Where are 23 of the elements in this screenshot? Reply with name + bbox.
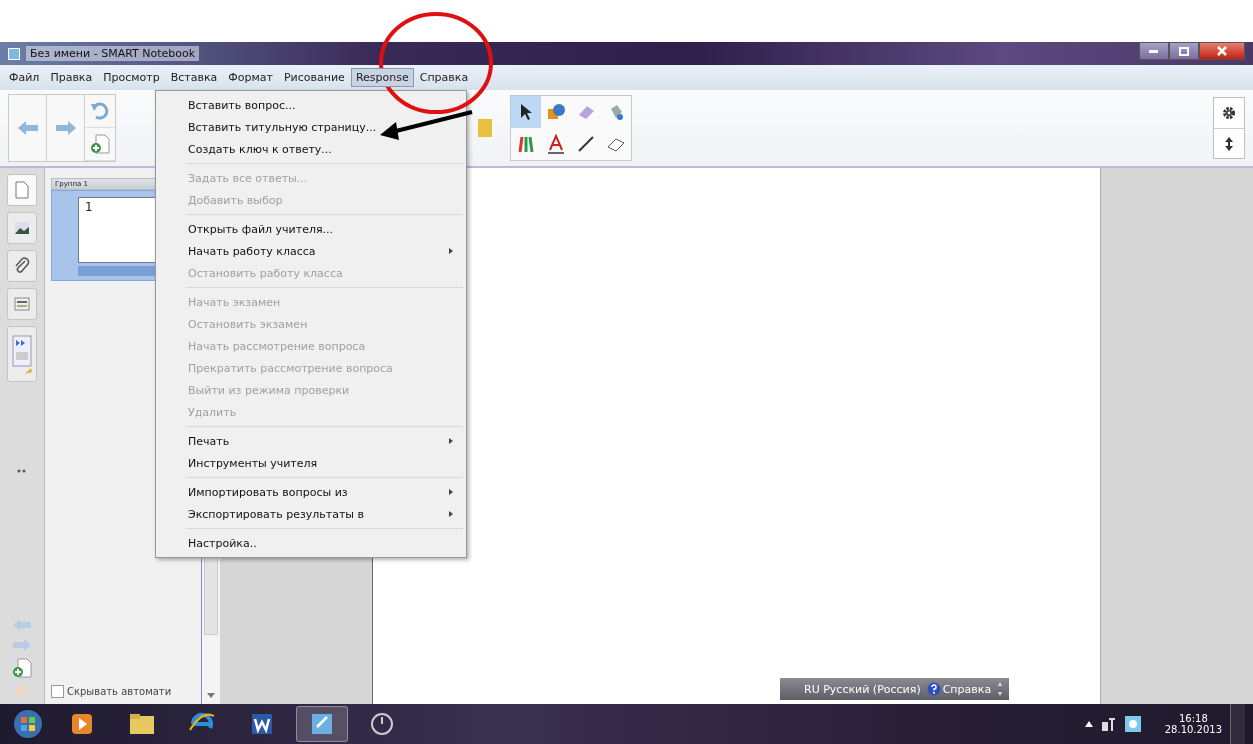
menu-item[interactable]: Response xyxy=(350,68,414,87)
menu-item[interactable]: Файл xyxy=(4,68,45,87)
menu-item[interactable]: Создать ключ к ответу... xyxy=(186,138,463,160)
menu-item[interactable]: Справка xyxy=(414,68,474,87)
menu-item[interactable]: Вставить титульную страницу... xyxy=(186,116,463,138)
clock-date[interactable]: 28.10.2013 xyxy=(1164,724,1222,735)
window-title: Без имени - SMART Notebook xyxy=(26,46,200,61)
menu-item[interactable]: Импортировать вопросы из xyxy=(186,481,463,503)
menu-item[interactable]: Просмотр xyxy=(98,68,165,87)
page-number: 1 xyxy=(85,200,93,214)
hide-automatically-label: Скрывать автомати xyxy=(67,686,172,697)
menu-item[interactable]: Инструменты учителя xyxy=(186,452,463,474)
menu-item[interactable]: Рисование xyxy=(279,68,350,87)
menu-item[interactable]: Экспортировать результаты в xyxy=(186,503,463,525)
menu-item[interactable]: Вставить вопрос... xyxy=(186,94,463,116)
menu-item[interactable]: Формат xyxy=(223,68,278,87)
help-button[interactable]: Справка xyxy=(926,682,992,696)
clock-time[interactable]: 16:18 xyxy=(1178,713,1208,724)
menu-item[interactable]: Настройка.. xyxy=(186,532,463,554)
menu-item[interactable]: Печать xyxy=(186,430,463,452)
menu-item[interactable]: Правка xyxy=(45,68,98,87)
menu-item[interactable]: Вставка xyxy=(165,68,223,87)
language-indicator[interactable]: RU Русский (Россия) xyxy=(804,682,921,696)
